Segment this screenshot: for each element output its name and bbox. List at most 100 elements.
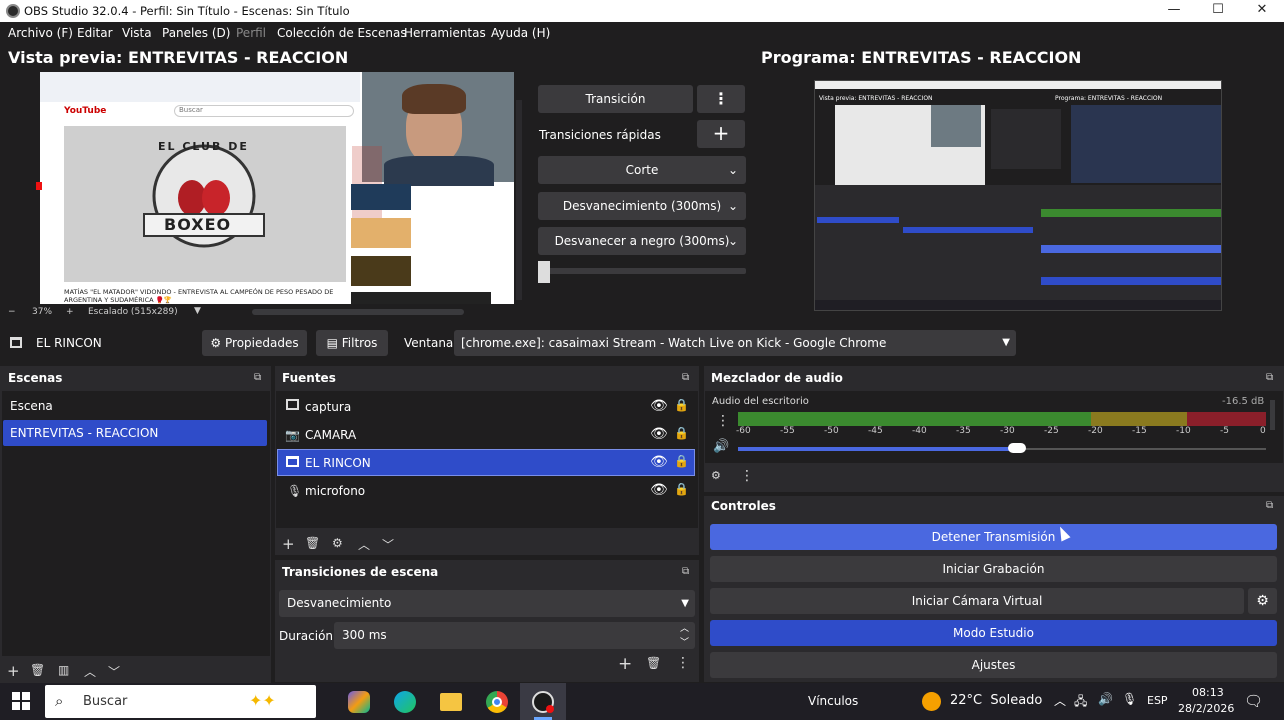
menu-archivo[interactable]: Archivo (F) [8, 26, 73, 40]
lock-icon[interactable]: 🔒 [674, 482, 689, 496]
zoom-in-icon[interactable]: + [66, 307, 74, 317]
volume-slider-handle[interactable] [1008, 443, 1026, 453]
quick-transition-fade[interactable]: Desvanecimiento (300ms) ⌄ [538, 192, 746, 220]
move-up-icon[interactable]: ︿ [358, 536, 370, 553]
transition-select[interactable]: Desvanecimiento ▼ [279, 590, 695, 617]
source-item-label[interactable]: microfono [305, 484, 365, 498]
taskbar-search[interactable]: ⌕ Buscar ✦✦ [45, 685, 316, 718]
menu-ayuda[interactable]: Ayuda (H) [491, 26, 550, 40]
quick-transitions-label: Transiciones rápidas [539, 128, 661, 142]
virtual-camera-settings-icon[interactable]: ⚙ [1248, 588, 1277, 614]
undock-icon[interactable]: ⧉ [254, 372, 261, 383]
lock-icon[interactable]: 🔒 [674, 426, 689, 440]
undock-icon[interactable]: ⧉ [1266, 372, 1273, 383]
dock-scrollbar[interactable] [516, 100, 522, 300]
meter-tick-label: -45 [868, 426, 883, 436]
start-virtual-camera-button[interactable]: Iniciar Cámara Virtual [710, 588, 1244, 614]
trash-icon[interactable]: 🗑 [30, 663, 45, 677]
filters-button[interactable]: ▤ Filtros [316, 330, 388, 356]
preview-canvas[interactable]: YouTube Buscar EL CLUB DE BOXEO MATÍAS "… [40, 72, 514, 304]
chevron-up-icon[interactable]: ︿ [1054, 692, 1066, 709]
advanced-audio-icon[interactable]: ⚙ [711, 469, 721, 482]
clock-time[interactable]: 08:13 [1192, 686, 1224, 699]
weather-text[interactable]: 22°C Soleado [950, 693, 1042, 708]
undock-icon[interactable]: ⧉ [682, 372, 689, 383]
duration-spinbox[interactable]: 300 ms ︿ ﹀ [334, 622, 695, 649]
eye-icon[interactable]: 👁 [650, 482, 668, 498]
eye-icon[interactable]: 👁 [650, 454, 668, 470]
eye-icon[interactable]: 👁 [650, 426, 668, 442]
preview-scrollbar[interactable] [252, 309, 464, 315]
menu-editar[interactable]: Editar [77, 26, 113, 40]
lock-icon[interactable]: 🔒 [674, 454, 689, 468]
notifications-icon[interactable]: 🗨 [1244, 692, 1263, 710]
network-icon[interactable]: 🖧 [1074, 692, 1087, 713]
studio-mode-button[interactable]: Modo Estudio [710, 620, 1277, 646]
display-capture-icon [286, 399, 299, 410]
transition-menu-icon[interactable]: ⋮ [697, 85, 745, 113]
meter-tick-label: 0 [1260, 426, 1266, 436]
menu-herramientas[interactable]: Herramientas [404, 26, 486, 40]
properties-button[interactable]: ⚙ Propiedades [202, 330, 307, 356]
more-options-icon[interactable]: ⋮ [676, 655, 690, 671]
scene-filters-icon[interactable]: ▥ [58, 663, 69, 677]
stop-streaming-button[interactable]: Detener Transmisión [710, 524, 1277, 550]
add-transition-icon[interactable]: + [618, 654, 632, 674]
settings-button[interactable]: Ajustes [710, 652, 1277, 678]
add-scene-icon[interactable]: + [7, 662, 20, 680]
chrome-icon[interactable] [486, 691, 508, 713]
maximize-icon[interactable]: ☐ [1196, 0, 1240, 22]
trash-icon[interactable]: 🗑 [305, 536, 320, 550]
window-select[interactable]: [chrome.exe]: casaimaxi Stream - Watch L… [454, 330, 1016, 356]
file-explorer-icon[interactable] [440, 693, 462, 711]
mixer-scrollbar[interactable] [1270, 400, 1275, 430]
transition-button[interactable]: Transición [538, 85, 693, 113]
scene-item[interactable]: Escena [10, 399, 53, 413]
menu-paneles[interactable]: Paneles (D) [162, 26, 230, 40]
move-up-icon[interactable]: ︿ [84, 663, 96, 680]
obs-taskbar-button[interactable] [520, 683, 566, 720]
zoom-out-icon[interactable]: − [8, 307, 16, 317]
windows-start-icon[interactable] [12, 692, 30, 710]
menu-perfil[interactable]: Perfil [236, 26, 266, 40]
audio-mixer-title: Mezclador de audio [711, 371, 843, 385]
minimize-icon[interactable]: — [1152, 0, 1196, 22]
undock-icon[interactable]: ⧉ [1266, 500, 1273, 511]
copilot-icon[interactable] [348, 691, 370, 713]
undock-icon[interactable]: ⧉ [682, 566, 689, 577]
scale-dropdown-icon[interactable]: ▼ [194, 306, 201, 316]
scenes-title: Escenas [8, 371, 63, 385]
transform-handle[interactable] [36, 182, 42, 190]
video-caption: MATÍAS "EL MATADOR" VIDONDO - ENTREVISTA… [64, 288, 334, 304]
edge-icon[interactable] [394, 691, 416, 713]
quick-transition-fade-black[interactable]: Desvanecer a negro (300ms) ⌄ [538, 227, 746, 255]
browser-toolbar [40, 72, 360, 102]
volume-icon[interactable]: 🔊 [1098, 692, 1113, 706]
source-item-label[interactable]: CAMARA [305, 428, 356, 442]
menu-coleccion[interactable]: Colección de Escenas [277, 26, 407, 40]
meter-tick-label: -60 [736, 426, 751, 436]
move-down-icon[interactable]: ﹀ [108, 663, 120, 680]
add-quick-transition-icon[interactable]: + [697, 120, 745, 148]
source-item-label[interactable]: captura [305, 400, 351, 414]
spin-down-icon[interactable]: ﹀ [680, 630, 689, 657]
lock-icon[interactable]: 🔒 [674, 398, 689, 412]
eye-icon[interactable]: 👁 [650, 398, 668, 414]
close-icon[interactable]: ✕ [1240, 0, 1284, 22]
audio-options-icon[interactable]: ⋮ [716, 413, 730, 429]
t-bar-track[interactable] [538, 268, 746, 274]
quick-transition-corte[interactable]: Corte ⌄ [538, 156, 746, 184]
language-indicator[interactable]: ESP [1147, 694, 1168, 707]
t-bar-handle[interactable] [538, 261, 550, 283]
move-down-icon[interactable]: ﹀ [382, 536, 394, 553]
mixer-menu-icon[interactable]: ⋮ [740, 468, 754, 484]
menu-vista[interactable]: Vista [122, 26, 152, 40]
trash-icon[interactable]: 🗑 [646, 656, 661, 670]
speaker-icon[interactable]: 🔊 [713, 439, 729, 454]
gear-icon[interactable]: ⚙ [332, 536, 343, 550]
start-recording-button[interactable]: Iniciar Grabación [710, 556, 1277, 582]
links-toolbar[interactable]: Vínculos [808, 694, 858, 708]
clock-date[interactable]: 28/2/2026 [1178, 702, 1234, 715]
microphone-icon[interactable]: 🎙 [1122, 692, 1137, 706]
add-source-icon[interactable]: + [282, 535, 295, 553]
